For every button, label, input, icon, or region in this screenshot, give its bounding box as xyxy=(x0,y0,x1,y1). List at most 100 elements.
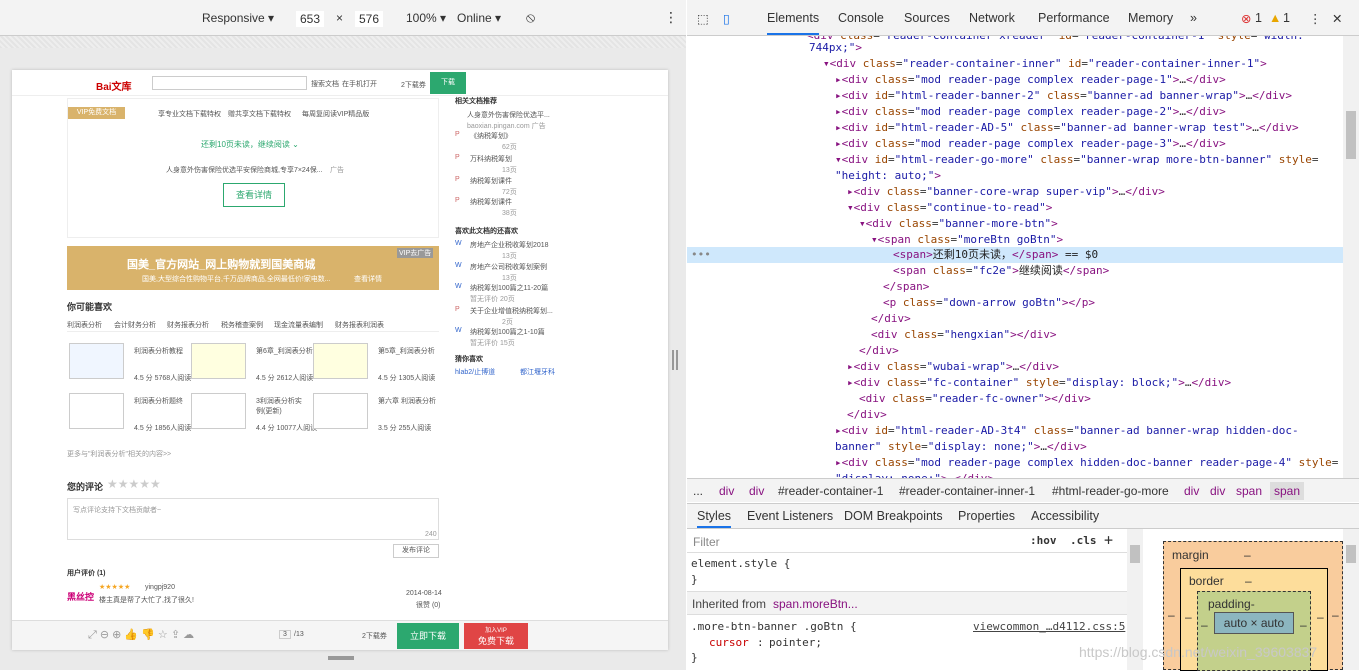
publish-comment-button[interactable]: 发布评论 xyxy=(393,544,439,558)
tab-elements[interactable]: Elements xyxy=(767,11,820,35)
side-item[interactable]: 纳税筹划100篇之11-20篇 xyxy=(470,283,548,293)
crumb[interactable]: #reader-container-inner-1 xyxy=(899,484,1035,498)
page-number-input[interactable]: 3 xyxy=(279,630,291,639)
search-input[interactable] xyxy=(152,76,307,90)
inherited-element[interactable]: span.moreBtn... xyxy=(773,597,858,611)
hover-state-toggle[interactable]: :hov xyxy=(1030,534,1057,547)
reviewer-name[interactable]: yingpj920 xyxy=(145,584,175,591)
crumb[interactable]: #reader-container-1 xyxy=(778,484,883,498)
css-property[interactable]: cursor xyxy=(709,636,749,649)
toolbar-icons[interactable]: ⤢ ⊖ ⊕ 👍 👎 ☆ ⇪ ☁ xyxy=(88,628,194,642)
ad-banner[interactable]: 国美_官方网站_网上购物就到国美商城 国美,大型综合性购物平台,千万品牌商品,全… xyxy=(67,246,439,290)
card-title[interactable]: 3利润表分析实例(更新) xyxy=(256,396,306,416)
rule-selector[interactable]: .more-btn-banner .goBtn { xyxy=(691,620,857,633)
card-title[interactable]: 第5章_利润表分析 xyxy=(378,346,435,356)
network-throttle-select[interactable]: Online ▾ xyxy=(457,11,501,25)
crumb[interactable]: #html-reader-go-more xyxy=(1052,484,1169,498)
dom-tree-scrollbar[interactable] xyxy=(1343,36,1359,478)
card-thumb[interactable] xyxy=(191,343,246,379)
mobile-open-link[interactable]: 在手机打开 xyxy=(342,79,377,89)
error-icon[interactable]: ⊗ xyxy=(1241,11,1251,26)
subtab-properties[interactable]: Properties xyxy=(958,509,1015,523)
side-item[interactable]: 房地产企业税收筹划2018 xyxy=(470,240,549,250)
banner-vip-tag[interactable]: VIP去广告 xyxy=(397,248,434,258)
tab-memory[interactable]: Memory xyxy=(1128,11,1173,25)
comment-textarea[interactable]: 写点评论支持下文档贡献者~ 240 xyxy=(67,498,439,540)
viewport-width-input[interactable]: 653 xyxy=(296,11,325,27)
close-icon[interactable]: ✕ xyxy=(1332,11,1342,26)
tab-console[interactable]: Console xyxy=(838,11,884,25)
rating-stars[interactable]: ★★★★★ xyxy=(107,477,161,491)
crumb[interactable]: div xyxy=(1210,484,1225,498)
card-thumb[interactable] xyxy=(191,393,246,429)
download-now-button[interactable]: 立即下载 xyxy=(397,623,459,649)
crumb[interactable]: span xyxy=(1236,484,1262,498)
tab-network[interactable]: Network xyxy=(969,11,1015,25)
inspect-icon[interactable]: ⬚ xyxy=(697,11,709,26)
resize-handle-right[interactable] xyxy=(672,350,678,370)
vip-download-button[interactable]: 加入VIP 免费下载 xyxy=(464,623,528,649)
card-title[interactable]: 第6章_利润表分析 xyxy=(256,346,313,356)
side-item[interactable]: 《纳税筹划》 xyxy=(470,131,512,141)
review-useful[interactable]: 很赞 (0) xyxy=(416,600,441,610)
subtab-event-listeners[interactable]: Event Listeners xyxy=(747,509,833,523)
maybe-tab-3[interactable]: 税务稽查案例 xyxy=(221,320,263,330)
banner-link[interactable]: 查看详情 xyxy=(354,274,382,284)
device-toggle-icon[interactable]: ▯ xyxy=(723,11,730,26)
header-download-button[interactable]: 下载 xyxy=(430,72,466,94)
card-thumb[interactable] xyxy=(313,393,368,429)
resize-handle-bottom[interactable] xyxy=(328,656,354,660)
device-mode-select[interactable]: Responsive ▾ xyxy=(202,11,274,25)
rule-source-link[interactable]: viewcommon_…d4112.css:5 xyxy=(973,620,1125,633)
subtab-dom-breakpoints[interactable]: DOM Breakpoints xyxy=(844,509,943,523)
more-tabs-icon[interactable]: » xyxy=(1190,11,1197,25)
ad-text[interactable]: 人身意外伤害保险优选平安保险商城,专享7×24保... xyxy=(166,165,323,175)
element-style-rule[interactable]: element.style { xyxy=(691,557,790,570)
zoom-select[interactable]: 100% ▾ xyxy=(406,11,446,25)
card-thumb[interactable] xyxy=(69,393,124,429)
maybe-tab-2[interactable]: 财务报表分析 xyxy=(167,320,209,330)
card-title[interactable]: 利润表分析教程 xyxy=(134,346,183,356)
card-thumb[interactable] xyxy=(313,343,368,379)
tab-sources[interactable]: Sources xyxy=(904,11,950,25)
maybe-tab-5[interactable]: 财务报表利润表 xyxy=(335,320,384,330)
side-item[interactable]: 万科纳税筹划 xyxy=(470,154,512,164)
side-item[interactable]: 人身意外伤害保险优选平... xyxy=(467,110,550,120)
search-button[interactable]: 搜索文档 xyxy=(311,79,339,89)
crumb[interactable]: ... xyxy=(693,484,703,498)
more-options-icon[interactable]: ⋮ xyxy=(664,9,678,26)
side-item[interactable]: 关于企业增值税纳税筹划... xyxy=(470,306,553,316)
class-toggle[interactable]: .cls xyxy=(1070,534,1097,547)
side-item[interactable]: 纳税筹划课件 xyxy=(470,197,512,207)
settings-icon[interactable]: ⋮ xyxy=(1309,11,1322,26)
maybe-tab-1[interactable]: 会计财务分析 xyxy=(114,320,156,330)
crumb[interactable]: div xyxy=(719,484,734,498)
side-guess-link[interactable]: hlab2/止博道 xyxy=(455,367,495,377)
crumb-selected[interactable]: span xyxy=(1270,482,1305,500)
continue-reading[interactable]: 还剩10页未读，继续阅读 ⌄ xyxy=(201,139,299,150)
maybe-tab-4[interactable]: 现金流量表编制 xyxy=(274,320,323,330)
tab-performance[interactable]: Performance xyxy=(1038,11,1110,25)
detail-button[interactable]: 查看详情 xyxy=(223,183,285,207)
subtab-styles[interactable]: Styles xyxy=(697,509,732,528)
side-item[interactable]: 纳税筹划课件 xyxy=(470,176,512,186)
crumb[interactable]: div xyxy=(1184,484,1199,498)
box-model-scrollbar[interactable] xyxy=(1343,529,1359,670)
card-thumb[interactable] xyxy=(69,343,124,379)
side-item[interactable]: 纳税筹划100篇之1-10篇 xyxy=(470,327,545,337)
card-title[interactable]: 第六章 利润表分析 xyxy=(378,396,436,406)
maybe-tab-0[interactable]: 利润表分析 xyxy=(67,320,102,330)
baidu-wenku-logo[interactable]: Bai文库 xyxy=(96,78,132,93)
card-title[interactable]: 利润表分析题终 xyxy=(134,396,183,406)
more-related-link[interactable]: 更多与"利润表分析"相关的内容>> xyxy=(67,449,171,459)
rotate-icon[interactable]: ⦸ xyxy=(526,9,535,26)
side-item[interactable]: 房地产公司税收筹划案例 xyxy=(470,262,547,272)
subtab-accessibility[interactable]: Accessibility xyxy=(1031,509,1099,523)
warning-icon[interactable]: ▲ xyxy=(1269,11,1281,25)
continue-link[interactable]: 继续阅读 xyxy=(258,140,290,149)
styles-filter-input[interactable]: Filter xyxy=(693,535,720,549)
crumb[interactable]: div xyxy=(749,484,764,498)
dom-tree[interactable]: <div class="reader-container xreader" id… xyxy=(687,36,1343,478)
viewport-height-input[interactable]: 576 xyxy=(355,11,384,27)
css-value[interactable]: pointer; xyxy=(769,636,822,649)
